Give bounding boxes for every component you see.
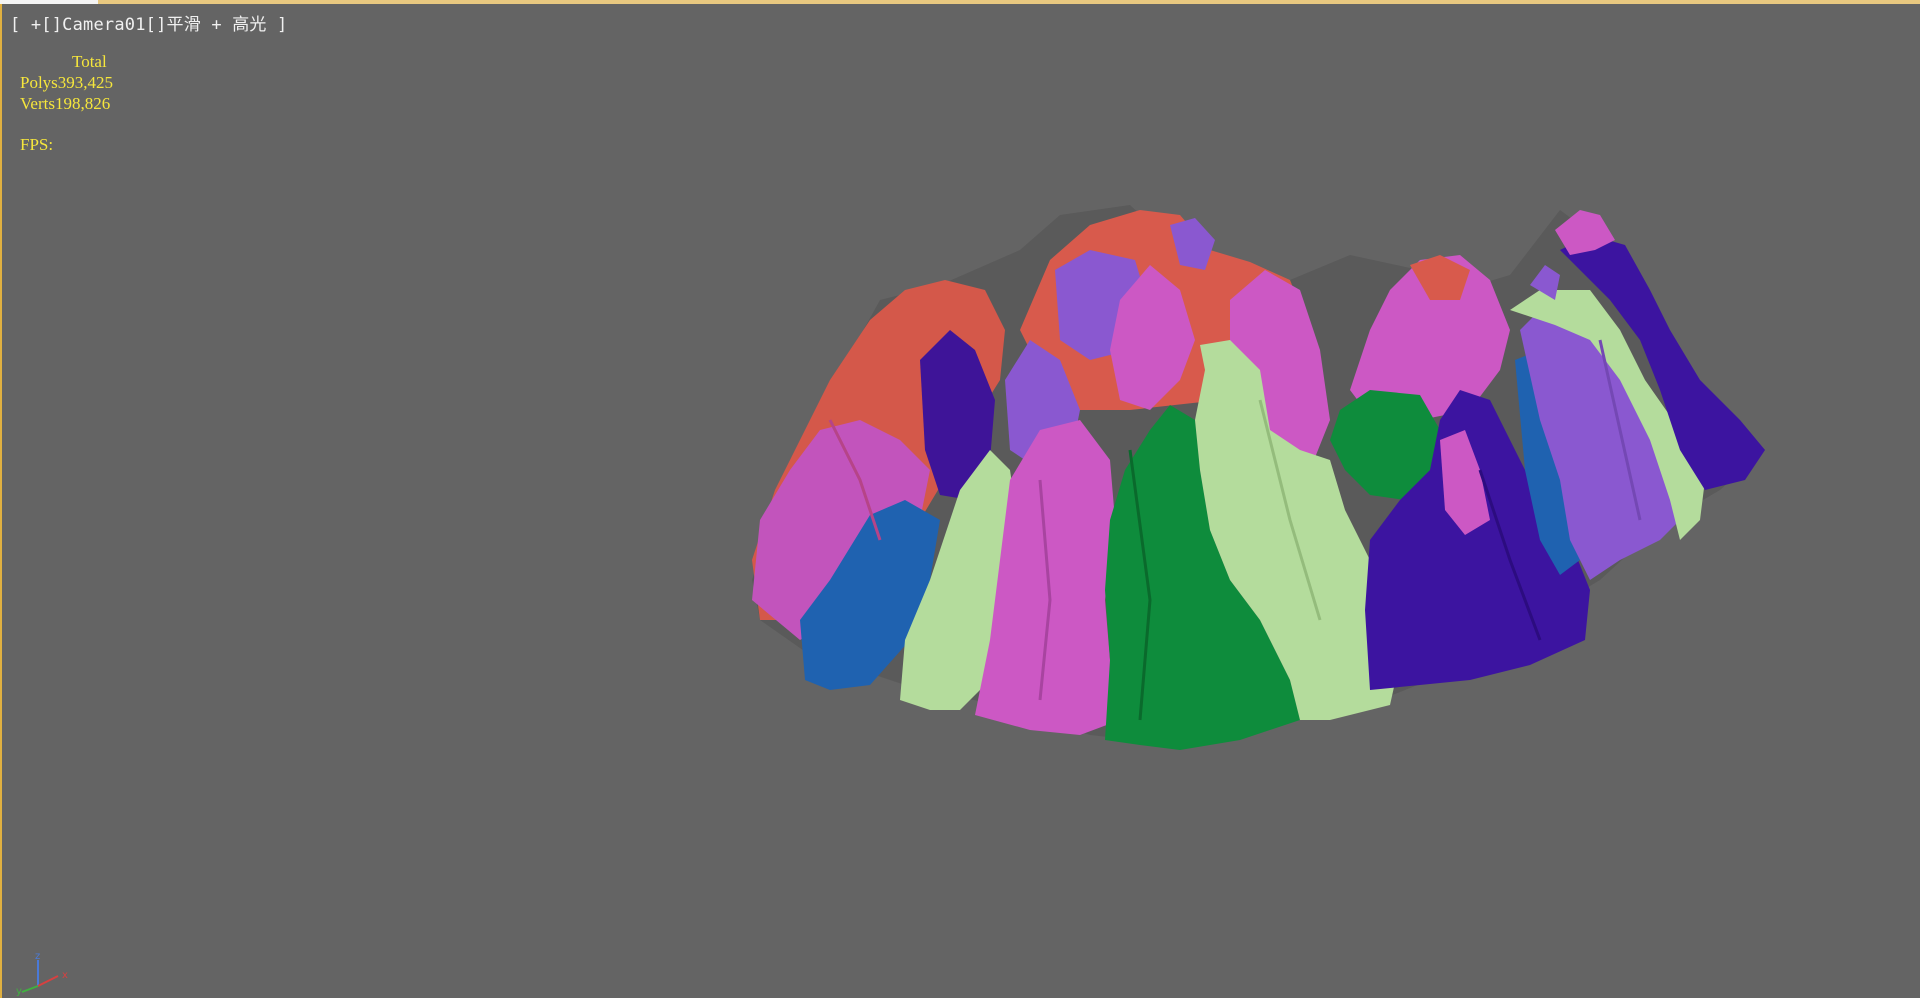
stats-polys-row: Polys393,425: [20, 72, 113, 93]
polys-value: 393,425: [57, 73, 114, 92]
y-axis-line: [21, 985, 39, 993]
statistics-overlay: Total Polys393,425 Verts198,826 FPS:: [20, 51, 113, 155]
verts-value: 198,826: [54, 94, 111, 113]
verts-label: Verts: [20, 94, 55, 113]
x-axis-line: [37, 975, 59, 987]
stats-verts-row: Verts198,826: [20, 93, 113, 114]
stats-gap: [20, 114, 113, 134]
y-axis-label: y: [16, 986, 22, 996]
viewport-label[interactable]: [ +[]Camera01[]平滑 + 高光 ]: [10, 10, 288, 35]
x-axis-label: x: [62, 970, 68, 981]
polys-label: Polys: [20, 73, 58, 92]
stats-header: Total: [72, 52, 107, 71]
camera-viewport[interactable]: [ +[]Camera01[]平滑 + 高光 ] Total Polys393,…: [0, 0, 1920, 998]
rock-mountain-model[interactable]: [0, 0, 1920, 998]
fps-label: FPS:: [20, 135, 54, 154]
axis-gizmo-icon: z x y: [16, 951, 68, 996]
z-axis-label: z: [35, 951, 40, 962]
